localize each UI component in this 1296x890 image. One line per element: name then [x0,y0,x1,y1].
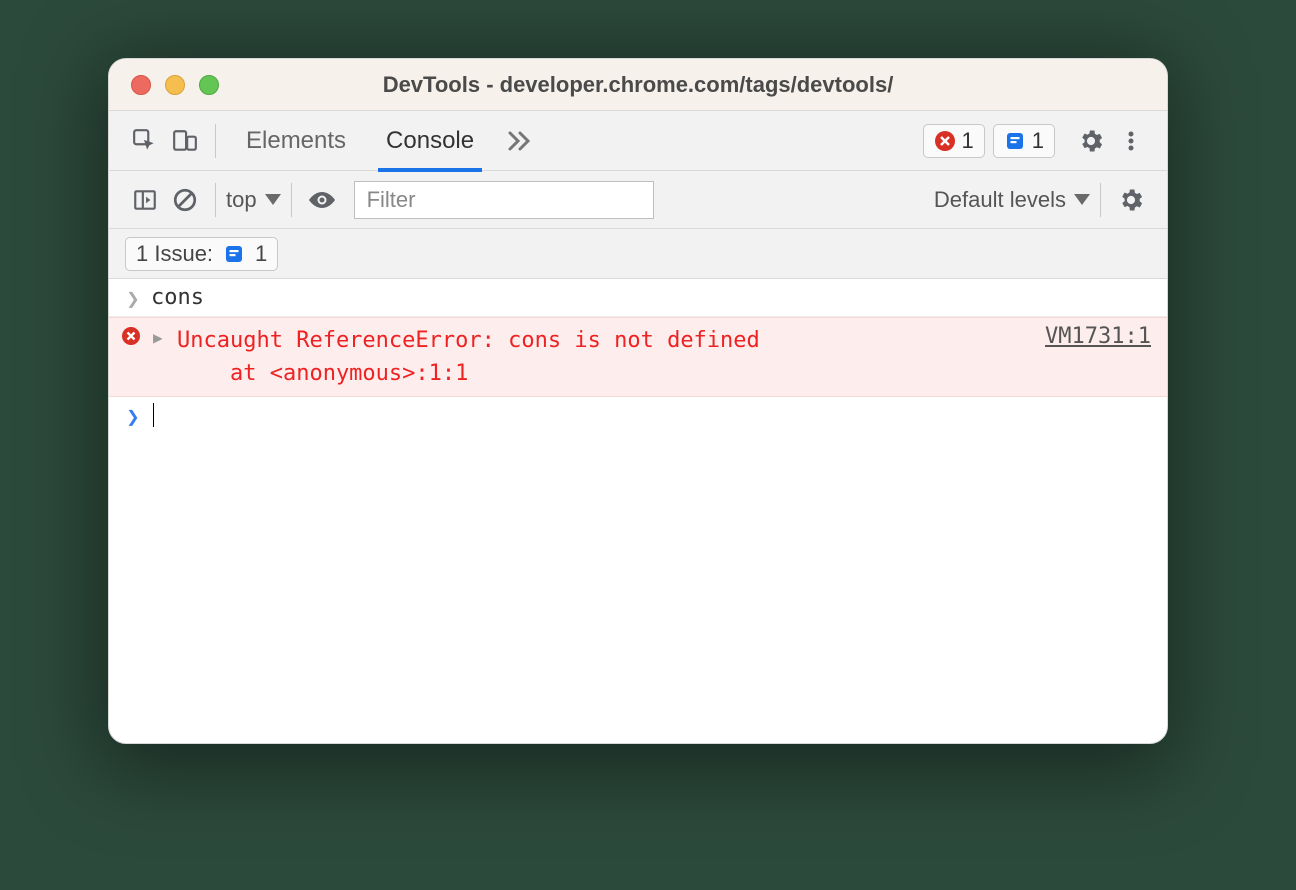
clear-console-icon[interactable] [165,180,205,220]
errors-badge[interactable]: 1 [923,124,985,158]
maximize-window-button[interactable] [199,75,219,95]
devtools-window: DevTools - developer.chrome.com/tags/dev… [108,58,1168,744]
main-toolbar: Elements Console 1 1 [109,111,1167,171]
kebab-menu-icon[interactable] [1111,121,1151,161]
inspect-element-icon[interactable] [125,121,165,161]
context-label: top [226,187,257,213]
divider [291,183,292,217]
console-input-echo: ❯ cons [109,279,1167,317]
chevron-down-icon [265,194,281,206]
error-source-link[interactable]: VM1731:1 [1021,324,1151,390]
issues-chip-count: 1 [255,241,267,267]
console-error-row: ▶ Uncaught ReferenceError: cons is not d… [109,317,1167,397]
divider [1100,183,1101,217]
console-settings-gear-icon[interactable] [1111,180,1151,220]
console-body: ❯ cons ▶ Uncaught ReferenceError: cons i… [109,279,1167,433]
text-caret [153,403,154,427]
more-tabs-icon[interactable] [500,121,540,161]
issues-label: 1 Issue: [136,241,213,267]
window-title: DevTools - developer.chrome.com/tags/dev… [109,72,1167,98]
issues-count: 1 [1032,128,1044,154]
titlebar: DevTools - developer.chrome.com/tags/dev… [109,59,1167,111]
issues-badge[interactable]: 1 [993,124,1055,158]
settings-gear-icon[interactable] [1071,121,1111,161]
console-input-text: cons [151,285,204,310]
error-message: Uncaught ReferenceError: cons is not def… [177,324,1021,390]
console-toolbar: top Default levels [109,171,1167,229]
error-disclosure-triangle[interactable]: ▶ [153,328,163,347]
traffic-lights [109,75,219,95]
error-icon [934,130,956,152]
issue-icon [1004,130,1026,152]
errors-count: 1 [962,128,974,154]
prompt-chevron-icon: ❯ [121,405,145,430]
tab-console[interactable]: Console [366,111,494,171]
console-prompt[interactable]: ❯ [109,397,1167,433]
divider [215,183,216,217]
device-toolbar-icon[interactable] [165,121,205,161]
show-console-sidebar-icon[interactable] [125,180,165,220]
issue-icon [223,243,245,265]
input-chevron-icon: ❯ [121,287,145,312]
error-icon [121,326,145,346]
issues-chip[interactable]: 1 Issue: 1 [125,237,278,271]
context-selector[interactable]: top [226,187,281,213]
chevron-down-icon [1074,194,1090,206]
live-expression-eye-icon[interactable] [302,180,342,220]
close-window-button[interactable] [131,75,151,95]
tab-elements[interactable]: Elements [226,111,366,171]
log-levels-label: Default levels [934,187,1066,213]
issues-bar: 1 Issue: 1 [109,229,1167,279]
minimize-window-button[interactable] [165,75,185,95]
log-levels-selector[interactable]: Default levels [934,187,1090,213]
filter-input[interactable] [354,181,654,219]
divider [215,124,216,158]
